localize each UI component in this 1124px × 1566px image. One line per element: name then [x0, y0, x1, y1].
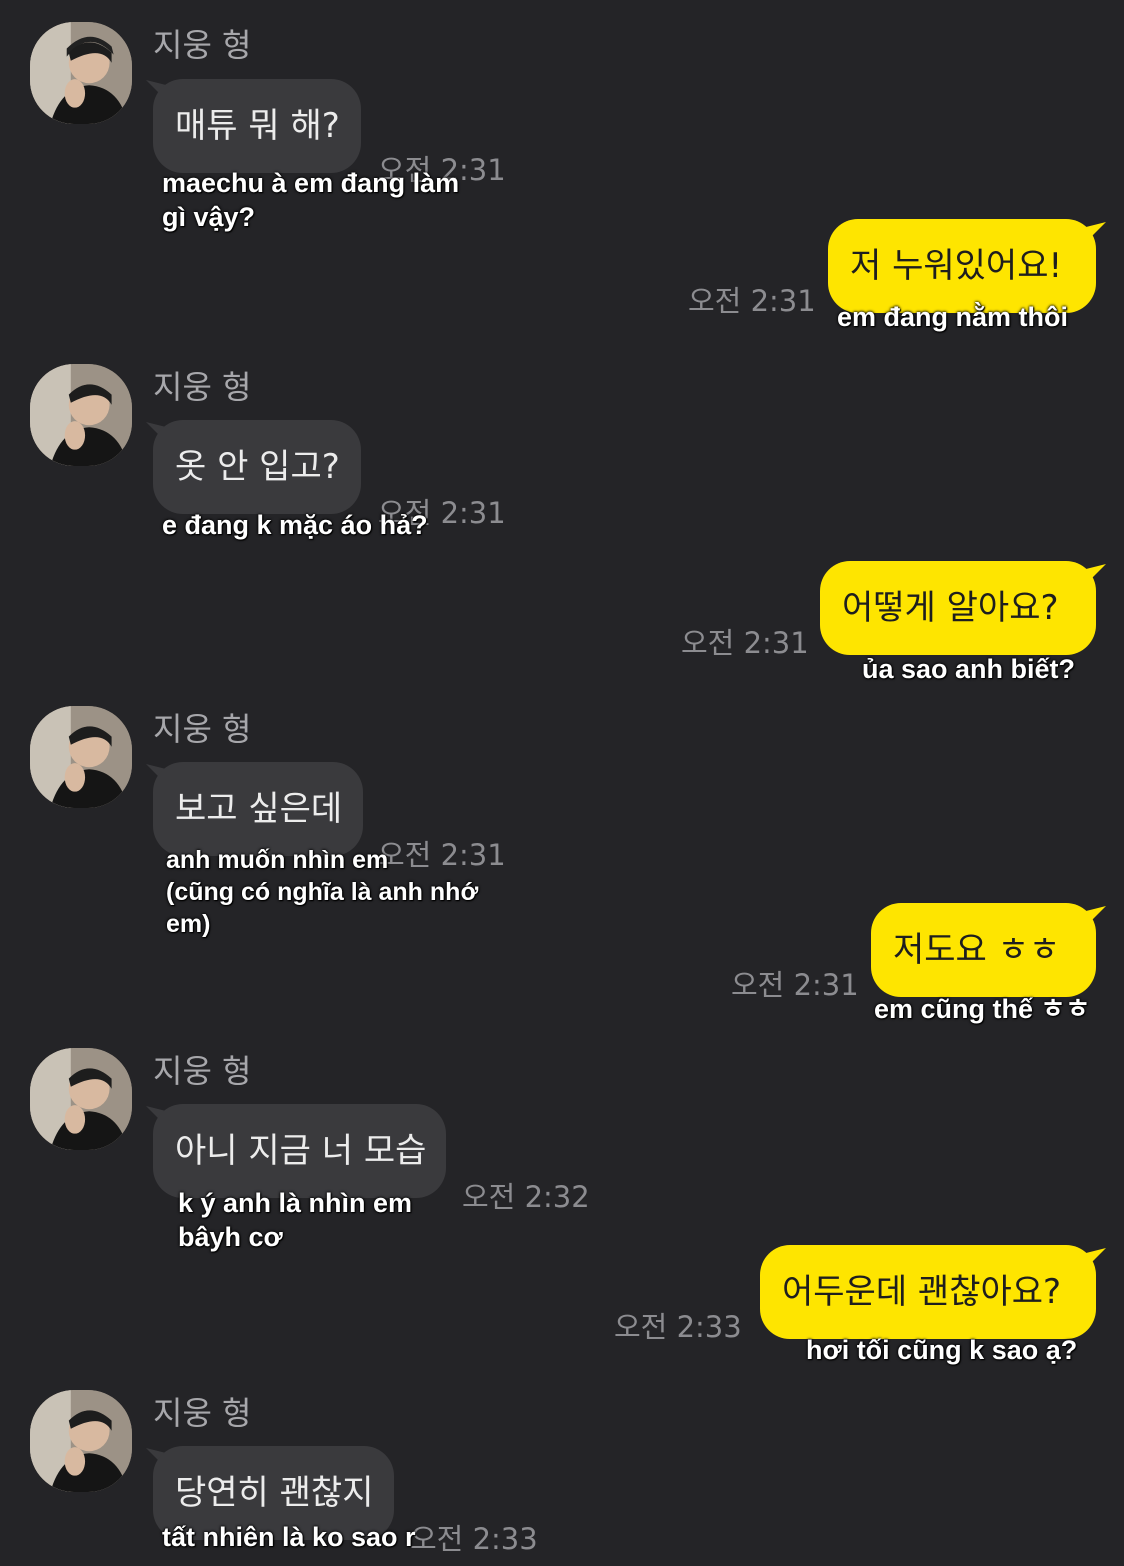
message-bubble[interactable]: 아니 지금 너 모습: [153, 1104, 446, 1198]
translation-caption: k ý anh là nhìn em bâyh cơ: [178, 1188, 413, 1252]
avatar-photo-icon: [30, 22, 132, 124]
message-time: 오전 2:33: [614, 1310, 742, 1344]
message-bubble[interactable]: 저 누워있어요!: [828, 219, 1096, 313]
message-bubble[interactable]: 어떻게 알아요?: [820, 561, 1096, 655]
translation-caption: hơi tối cũng k sao ạ?: [806, 1335, 1078, 1365]
avatar-photo-icon: [30, 1390, 132, 1492]
avatar-photo-icon: [30, 1048, 132, 1150]
translation-caption: em cũng thế ㅎㅎ: [874, 994, 1091, 1024]
message-bubble[interactable]: 옷 안 입고?: [153, 420, 361, 514]
message-time: 오전 2:32: [462, 1180, 590, 1214]
contact-avatar[interactable]: [30, 706, 132, 808]
contact-avatar[interactable]: [30, 1390, 132, 1492]
message-time: 오전 2:31: [681, 626, 809, 660]
message-bubble[interactable]: 매튜 뭐 해?: [153, 79, 361, 173]
sender-name: 지웅 형: [153, 1052, 252, 1090]
sender-name: 지웅 형: [153, 26, 252, 64]
translation-caption: e đang k mặc áo hả?: [162, 510, 428, 540]
contact-avatar[interactable]: [30, 364, 132, 466]
translation-caption: anh muốn nhìn em (cũng có nghĩa là anh n…: [166, 846, 479, 938]
sender-name: 지웅 형: [153, 368, 252, 406]
translation-caption: ủa sao anh biết?: [862, 654, 1076, 684]
avatar-photo-icon: [30, 706, 132, 808]
contact-avatar[interactable]: [30, 22, 132, 124]
translation-caption: tất nhiên là ko sao r: [162, 1522, 416, 1552]
message-bubble[interactable]: 저도요 ㅎㅎ: [871, 903, 1096, 997]
translation-caption: maechu à em đang làm gì vậy?: [162, 168, 460, 232]
message-time: 오전 2:31: [688, 284, 816, 318]
avatar-photo-icon: [30, 364, 132, 466]
message-time: 오전 2:33: [410, 1522, 538, 1556]
message-time: 오전 2:31: [731, 968, 859, 1002]
message-bubble[interactable]: 어두운데 괜찮아요?: [760, 1245, 1096, 1339]
sender-name: 지웅 형: [153, 710, 252, 748]
contact-avatar[interactable]: [30, 1048, 132, 1150]
translation-caption: em đang nằm thôi: [837, 302, 1069, 332]
message-bubble[interactable]: 보고 싶은데: [153, 762, 363, 856]
sender-name: 지웅 형: [153, 1394, 252, 1432]
